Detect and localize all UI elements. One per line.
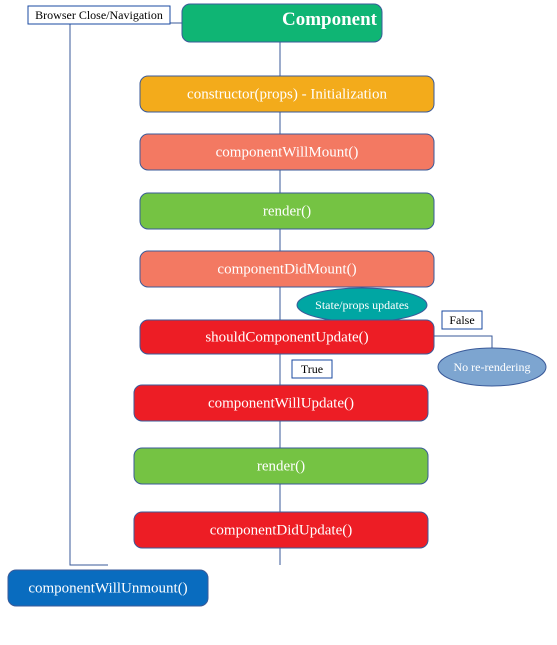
node-willUnmount: componentWillUnmount() xyxy=(8,570,208,606)
svg-text:State/props updates: State/props updates xyxy=(315,298,409,312)
node-render-mount: render() xyxy=(140,193,434,229)
svg-text:componentDidMount(): componentDidMount() xyxy=(217,261,356,277)
node-constructor: constructor(props) - Initialization xyxy=(140,76,434,112)
svg-text:True: True xyxy=(301,362,323,376)
tag-false: False xyxy=(442,311,482,329)
node-didMount: componentDidMount() xyxy=(140,251,434,287)
lifecycle-diagram: Component Browser Close/Navigation const… xyxy=(0,0,557,645)
svg-text:componentWillUnmount(): componentWillUnmount() xyxy=(28,580,187,596)
node-no-rerender: No re-rendering xyxy=(438,348,546,386)
component-label: Component xyxy=(282,9,378,30)
svg-text:Browser Close/Navigation: Browser Close/Navigation xyxy=(35,8,163,22)
node-shouldUpdate: shouldComponentUpdate() xyxy=(140,320,434,354)
node-render-update: render() xyxy=(134,448,428,484)
node-didUpdate: componentDidUpdate() xyxy=(134,512,428,548)
node-willUpdate: componentWillUpdate() xyxy=(134,385,428,421)
svg-text:componentDidUpdate(): componentDidUpdate() xyxy=(210,522,352,538)
node-state-props: State/props updates xyxy=(297,288,427,322)
node-willMount: componentWillMount() xyxy=(140,134,434,170)
tag-true: True xyxy=(292,360,332,378)
svg-text:componentWillUpdate(): componentWillUpdate() xyxy=(208,395,354,411)
svg-text:shouldComponentUpdate(): shouldComponentUpdate() xyxy=(205,329,368,345)
node-component: Component xyxy=(182,4,382,42)
svg-text:constructor(props) - Initializ: constructor(props) - Initialization xyxy=(187,86,387,102)
svg-text:render(): render() xyxy=(257,458,305,474)
svg-text:False: False xyxy=(449,313,474,327)
svg-text:render(): render() xyxy=(263,203,311,219)
tag-browser-close: Browser Close/Navigation xyxy=(28,6,170,24)
svg-text:No re-rendering: No re-rendering xyxy=(454,360,531,374)
svg-text:componentWillMount(): componentWillMount() xyxy=(216,144,359,160)
